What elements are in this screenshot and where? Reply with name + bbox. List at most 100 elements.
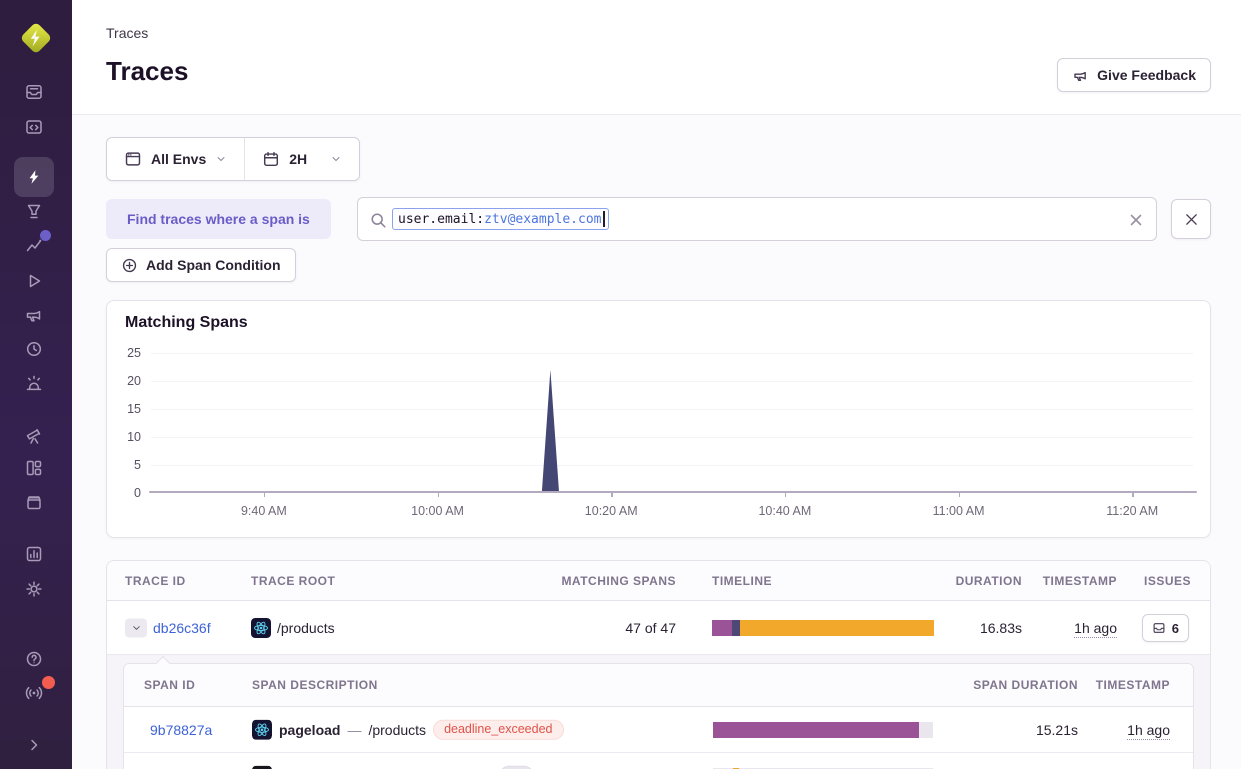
chart-title: Matching Spans <box>125 314 248 332</box>
col-matching-spans: Matching Spans <box>561 561 676 601</box>
clear-search-icon[interactable] <box>1126 210 1146 230</box>
separator: — <box>347 722 361 738</box>
siren-icon[interactable] <box>24 373 44 393</box>
add-span-condition-button[interactable]: Add Span Condition <box>106 248 296 282</box>
megaphone-icon <box>1072 67 1089 84</box>
span-duration: 15.21s <box>1036 722 1078 738</box>
remove-condition-button[interactable] <box>1171 199 1211 239</box>
clock-history-icon[interactable] <box>24 339 44 359</box>
inbox-issues-icon[interactable] <box>24 82 44 102</box>
page-title: Traces <box>106 56 188 87</box>
calendar-icon <box>262 150 280 168</box>
give-feedback-label: Give Feedback <box>1097 67 1196 83</box>
bar-stats-icon[interactable] <box>24 544 44 564</box>
add-span-condition-label: Add Span Condition <box>146 257 281 273</box>
environment-filter[interactable]: All Envs <box>107 138 244 180</box>
span-op: pageload <box>279 722 340 738</box>
traces-table: Trace ID Trace Root Matching Spans Timel… <box>106 560 1211 769</box>
close-icon <box>1183 211 1200 228</box>
sentry-logo[interactable] <box>16 18 56 58</box>
issues-count: 6 <box>1172 621 1179 636</box>
environment-filter-label: All Envs <box>151 151 206 167</box>
code-folder-icon[interactable] <box>24 117 44 137</box>
span-timestamp[interactable]: 1h ago <box>1127 722 1170 738</box>
help-icon[interactable] <box>24 649 44 669</box>
col-trace-root: Trace Root <box>251 561 335 601</box>
traces-page: Traces Traces Give Feedback All Envs 2H … <box>0 0 1241 769</box>
traces-table-header: Trace ID Trace Root Matching Spans Timel… <box>107 561 1210 601</box>
col-span-description: Span Description <box>252 664 378 707</box>
nx-platform-icon: nx <box>252 766 272 769</box>
give-feedback-button[interactable]: Give Feedback <box>1057 58 1211 92</box>
span-status-badge: deadline_exceeded <box>433 719 563 740</box>
col-span-timestamp: Timestamp <box>1096 664 1170 707</box>
archive-box-icon[interactable] <box>24 492 44 512</box>
chart-x-axis-labels: 9:40 AM10:00 AM10:20 AM10:40 AM11:00 AM1… <box>151 501 1193 523</box>
span-status-badge: ok <box>499 765 534 769</box>
broadcast-notification-dot <box>42 676 55 689</box>
matching-spans-chart-card: Matching Spans 0510152025 9:40 AM10:00 A… <box>106 300 1211 538</box>
span-id-link[interactable]: 9b78827a <box>150 722 212 738</box>
span-table: Span ID Span Description Span Duration T… <box>123 663 1194 769</box>
col-span-id: Span ID <box>144 664 195 707</box>
chevron-down-icon <box>215 153 227 165</box>
insights-notification-dot <box>40 230 51 241</box>
span-row: b7a7e441 nx http.server — GET /organizat… <box>124 753 1193 769</box>
lightning-traces-icon[interactable] <box>24 167 44 187</box>
react-platform-icon <box>251 618 271 638</box>
col-timeline: Timeline <box>712 561 772 601</box>
col-span-duration: Span Duration <box>973 664 1078 707</box>
matching-spans-count: 47 of 47 <box>625 620 676 636</box>
span-condition-label: Find traces where a span is <box>106 199 331 239</box>
text-caret <box>603 211 605 227</box>
megaphone-icon[interactable] <box>24 305 44 325</box>
chart-plot-area <box>151 353 1193 493</box>
page-filter-bar: All Envs 2H <box>106 137 360 181</box>
gear-icon[interactable] <box>24 579 44 599</box>
breadcrumb[interactable]: Traces <box>106 25 148 41</box>
time-range-filter[interactable]: 2H <box>245 138 359 180</box>
time-range-label: 2H <box>289 151 307 167</box>
window-icon <box>124 150 142 168</box>
trace-duration: 16.83s <box>980 620 1022 636</box>
funnel-icon[interactable] <box>24 201 44 221</box>
span-description: pageload — /products deadline_exceeded <box>252 719 564 740</box>
expand-trace-button[interactable] <box>125 618 147 637</box>
react-platform-icon <box>252 720 272 740</box>
search-icon <box>369 211 388 230</box>
expanded-trace-panel: Span ID Span Description Span Duration T… <box>107 655 1210 769</box>
layout-icon[interactable] <box>24 458 44 478</box>
span-table-header: Span ID Span Description Span Duration T… <box>124 664 1193 707</box>
trace-timestamp[interactable]: 1h ago <box>1074 620 1117 636</box>
span-description: nx http.server — GET /organization ok <box>252 765 534 769</box>
search-filter-token[interactable]: user.email:ztv@example.com <box>392 208 609 230</box>
col-timestamp: Timestamp <box>1043 561 1117 601</box>
sidebar <box>0 0 72 769</box>
inbox-issues-icon <box>1152 621 1166 635</box>
expand-chevron-icon[interactable] <box>24 735 44 755</box>
content: All Envs 2H Find traces where a span is … <box>72 116 1241 769</box>
chart-x-axis-line <box>149 491 1197 493</box>
col-issues: Issues <box>1144 561 1191 601</box>
span-desc-text: /products <box>368 722 426 738</box>
issues-count-button[interactable]: 6 <box>1142 614 1189 642</box>
chart-y-axis-labels: 0510152025 <box>107 353 141 493</box>
trace-timeline-bar <box>712 620 934 636</box>
chevron-down-icon <box>131 622 142 633</box>
token-key: user.email: <box>398 212 484 227</box>
telescope-icon[interactable] <box>24 425 44 445</box>
play-icon[interactable] <box>24 271 44 291</box>
col-trace-id: Trace ID <box>125 561 186 601</box>
trace-root: /products <box>277 620 335 636</box>
token-value: ztv@example.com <box>484 212 601 227</box>
broadcast-icon[interactable] <box>24 683 44 703</box>
chevron-down-icon <box>330 153 342 165</box>
span-search-input[interactable]: user.email:ztv@example.com <box>357 197 1157 241</box>
span-duration-bar <box>713 722 933 738</box>
span-row: 9b78827a pageload — /products deadline_e… <box>124 707 1193 753</box>
trace-row: db26c36f /products 47 of 47 16.83s 1h ag… <box>107 601 1210 655</box>
col-duration: Duration <box>956 561 1022 601</box>
plus-circle-icon <box>121 257 138 274</box>
page-header: Traces Traces Give Feedback <box>72 0 1241 115</box>
trace-id-link[interactable]: db26c36f <box>153 620 211 636</box>
